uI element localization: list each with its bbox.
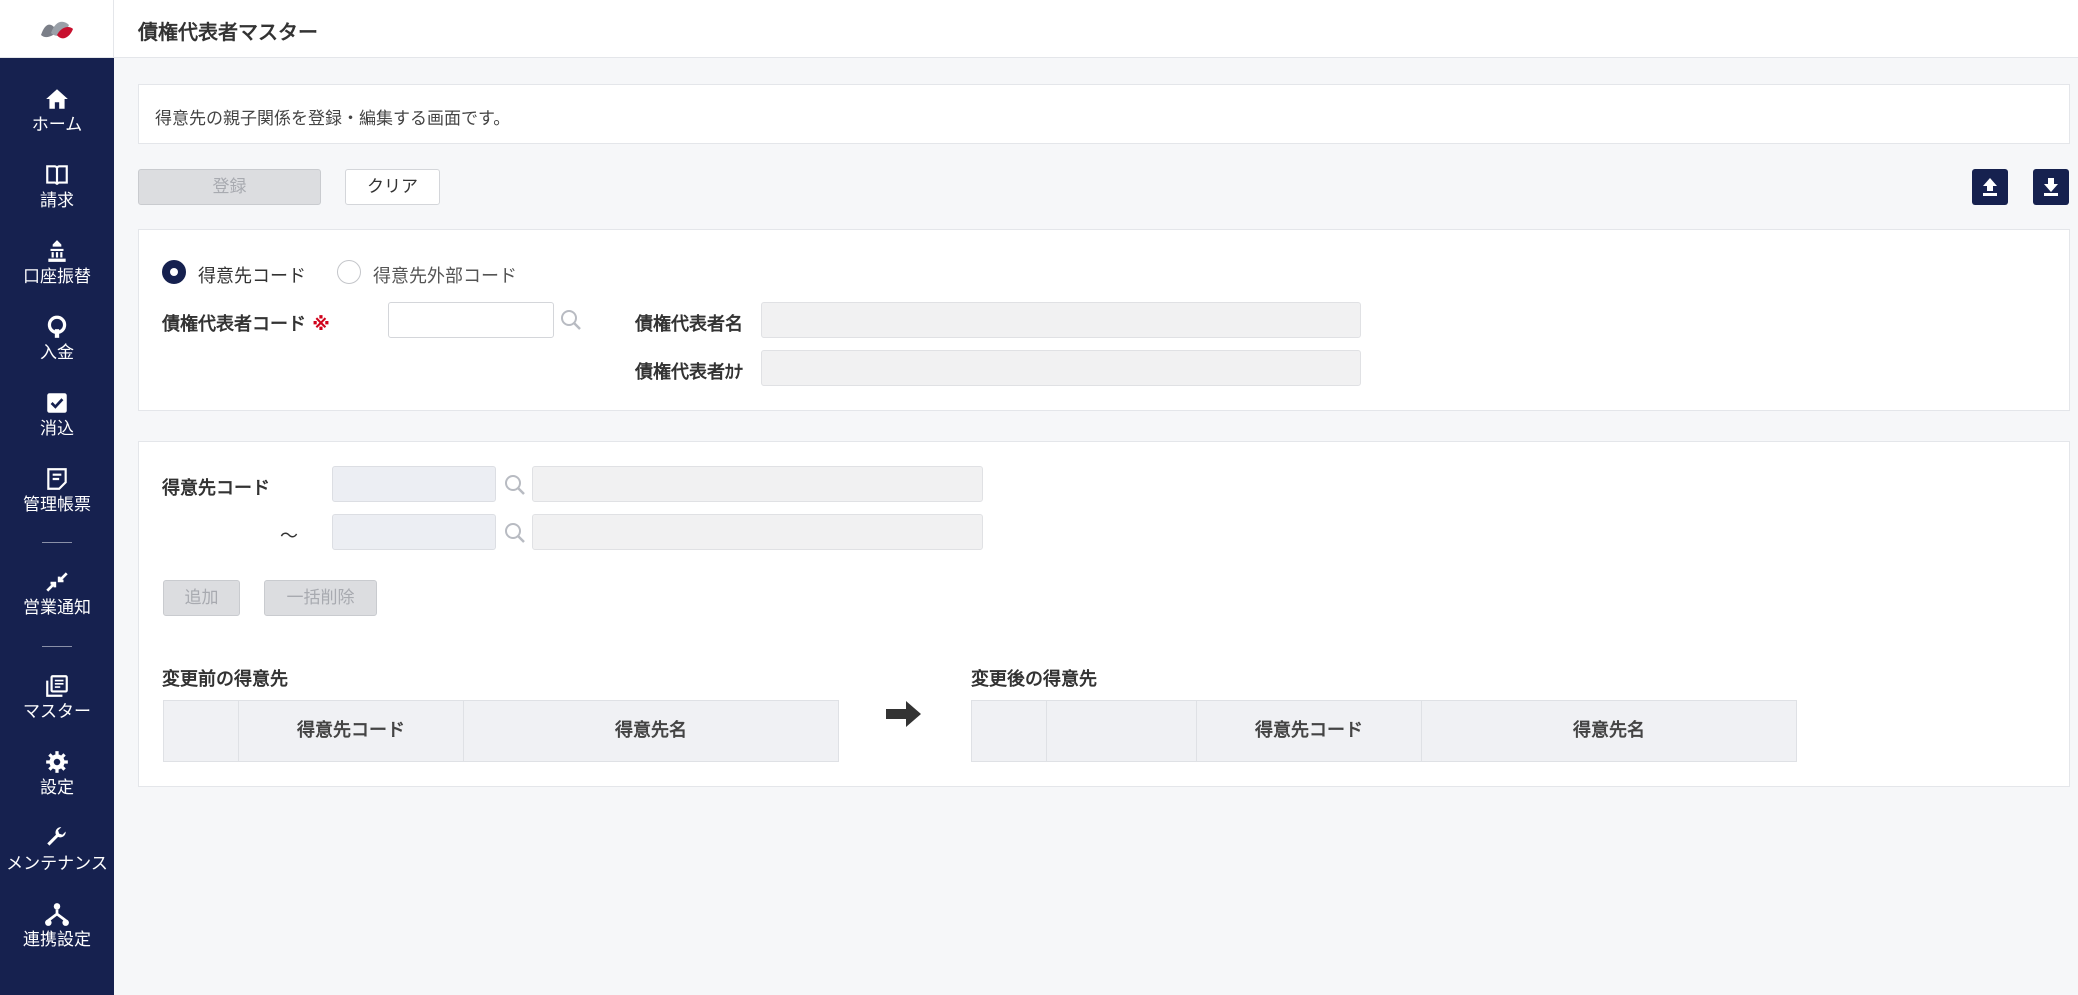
sidebar-item-billing[interactable]: 請求 — [0, 162, 114, 232]
upload-icon — [1983, 178, 1997, 196]
search-icon[interactable] — [560, 309, 582, 331]
before-col-select — [164, 701, 239, 761]
rep-name-field — [761, 302, 1361, 338]
sidebar-item-label: 営業通知 — [23, 598, 91, 618]
register-button[interactable]: 登録 — [138, 169, 321, 205]
sidebar-item-label: 設定 — [40, 778, 74, 798]
after-col-code[interactable]: 得意先コード — [1197, 701, 1422, 761]
arrows-in-icon — [46, 572, 68, 592]
add-button[interactable]: 追加 — [163, 580, 240, 616]
customer-code-to-input[interactable] — [332, 514, 496, 550]
customer-name-from-field — [532, 466, 983, 502]
sidebar-item-home[interactable]: ホーム — [0, 86, 114, 156]
sidebar-item-label: 連携設定 — [23, 930, 91, 950]
radio-customer-code[interactable] — [162, 260, 186, 284]
rep-code-label-text: 債権代表者コード — [162, 314, 306, 335]
sidebar-divider — [42, 646, 72, 647]
sidebar-item-label: 口座振替 — [23, 267, 91, 287]
range-tilde: ～ — [280, 526, 298, 547]
library-icon — [46, 675, 68, 697]
sidebar-item-account-transfer[interactable]: 口座振替 — [0, 238, 114, 308]
radio-external-code-label[interactable]: 得意先外部コード — [373, 262, 517, 288]
radio-customer-code-label[interactable]: 得意先コード — [198, 262, 306, 288]
sidebar-item-label: 管理帳票 — [23, 495, 91, 515]
sidebar: ホーム 請求 口座振替 入金 消込 管理帳票 営業通知 マスター 設定 メンテナ… — [0, 0, 114, 995]
home-icon — [46, 89, 68, 109]
sidebar-item-reconcile[interactable]: 消込 — [0, 390, 114, 460]
search-icon[interactable] — [504, 474, 526, 496]
after-col-extra — [1047, 701, 1197, 761]
report-icon — [47, 468, 67, 490]
after-col-name[interactable]: 得意先名 — [1422, 701, 1796, 761]
app-logo[interactable] — [0, 0, 114, 58]
page-header: 債権代表者マスター — [114, 0, 2078, 58]
after-title: 変更後の得意先 — [971, 669, 1097, 690]
page-title: 債権代表者マスター — [138, 20, 318, 44]
rep-name-label: 債権代表者名 — [635, 314, 743, 335]
rep-kana-label: 債権代表者ｶﾅ — [635, 362, 743, 383]
sidebar-divider — [42, 542, 72, 543]
radio-external-code[interactable] — [337, 260, 361, 284]
download-icon — [2044, 178, 2058, 196]
sidebar-item-label: 入金 — [40, 343, 74, 363]
search-icon[interactable] — [504, 522, 526, 544]
wrench-icon — [47, 827, 66, 846]
bank-icon — [48, 240, 66, 262]
book-icon — [46, 165, 68, 185]
sidebar-item-label: ホーム — [31, 115, 83, 135]
sidebar-item-deposit[interactable]: 入金 — [0, 314, 114, 384]
sidebar-item-label: マスター — [23, 702, 91, 722]
sidebar-item-settings[interactable]: 設定 — [0, 749, 114, 819]
before-table: 得意先コード 得意先名 — [163, 700, 839, 762]
deposit-icon — [47, 315, 67, 338]
after-table: 得意先コード 得意先名 — [971, 700, 1797, 762]
arrow-right-icon — [886, 701, 921, 727]
sidebar-item-label: 消込 — [40, 419, 74, 439]
customer-name-to-field — [532, 514, 983, 550]
required-mark: ※ — [312, 314, 330, 335]
sidebar-item-label: 請求 — [40, 191, 74, 211]
before-title: 変更前の得意先 — [162, 669, 288, 690]
customer-code-label: 得意先コード — [162, 478, 270, 499]
sidebar-item-sales-notice[interactable]: 営業通知 — [0, 569, 114, 639]
logo-icon — [41, 21, 73, 39]
customer-code-from-input[interactable] — [332, 466, 496, 502]
before-col-name[interactable]: 得意先名 — [464, 701, 838, 761]
upload-button[interactable] — [1972, 169, 2008, 205]
check-square-icon — [47, 393, 67, 413]
gear-icon — [46, 751, 68, 773]
rep-kana-field — [761, 350, 1361, 386]
download-button[interactable] — [2033, 169, 2069, 205]
description-box: 得意先の親子関係を登録・編集する画面です。 — [138, 84, 2070, 144]
sidebar-item-label: メンテナンス — [6, 854, 108, 874]
before-col-code[interactable]: 得意先コード — [239, 701, 464, 761]
after-col-select — [972, 701, 1047, 761]
rep-code-label: 債権代表者コード ※ — [162, 310, 330, 336]
bulk-delete-button[interactable]: 一括削除 — [264, 580, 377, 616]
clear-button[interactable]: クリア — [345, 169, 440, 205]
sidebar-item-integration[interactable]: 連携設定 — [0, 901, 114, 971]
description-text: 得意先の親子関係を登録・編集する画面です。 — [155, 109, 511, 129]
rep-code-input[interactable] — [388, 302, 554, 338]
network-icon — [45, 903, 69, 926]
sidebar-item-master[interactable]: マスター — [0, 673, 114, 743]
sidebar-item-reports[interactable]: 管理帳票 — [0, 466, 114, 536]
sidebar-item-maintenance[interactable]: メンテナンス — [0, 825, 114, 895]
